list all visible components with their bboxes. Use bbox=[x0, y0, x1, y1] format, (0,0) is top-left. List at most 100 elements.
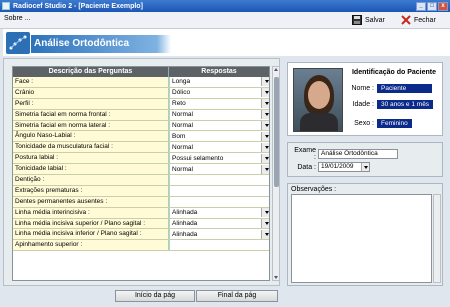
answer-cell[interactable]: Alinhada bbox=[169, 229, 269, 240]
maximize-button[interactable]: □ bbox=[427, 1, 437, 11]
save-label: Salvar bbox=[365, 16, 385, 24]
page-title: Análise Ortodôntica bbox=[31, 35, 171, 53]
answer-cell[interactable] bbox=[169, 196, 269, 207]
calendar-dropdown-icon[interactable] bbox=[361, 163, 369, 171]
observations-scrollbar[interactable] bbox=[433, 194, 441, 283]
question-cell: Tonicidade da musculatura facial : bbox=[13, 142, 169, 153]
close-button[interactable]: Fechar bbox=[401, 15, 436, 25]
table-row[interactable]: Apinhamento superior : bbox=[13, 240, 269, 252]
exam-section: Exame : Análise Ortodôntica Data : 19/01… bbox=[287, 142, 443, 177]
exam-input[interactable]: Análise Ortodôntica bbox=[318, 149, 398, 159]
table-row[interactable]: Simetria facial em norma frontal : Normal bbox=[13, 109, 269, 121]
answer-value: Possui selamento bbox=[172, 154, 224, 162]
dropdown-arrow-icon[interactable] bbox=[261, 121, 269, 130]
table-row[interactable]: Dentição : bbox=[13, 175, 269, 186]
answer-cell[interactable]: Possui selamento bbox=[169, 153, 269, 164]
header-band: Análise Ortodôntica bbox=[3, 29, 450, 56]
observations-textarea[interactable] bbox=[291, 194, 432, 283]
end-of-page-button[interactable]: Final da pág bbox=[196, 290, 278, 302]
date-value: 19/01/2009 bbox=[321, 163, 354, 170]
dropdown-arrow-icon[interactable] bbox=[261, 77, 269, 87]
dropdown-arrow-icon[interactable] bbox=[261, 131, 269, 141]
date-picker[interactable]: 19/01/2009 bbox=[318, 162, 370, 172]
start-of-page-button[interactable]: Início da pág bbox=[115, 290, 195, 302]
grid-scrollbar[interactable] bbox=[272, 66, 280, 281]
question-cell: Extrações prematuras : bbox=[13, 185, 169, 196]
title-bar: Radiocef Studio 2 - [Paciente Exemplo] _… bbox=[0, 0, 450, 12]
question-cell: Linha média incisiva superior / Plano sa… bbox=[13, 218, 169, 229]
question-cell: Dentes permanentes ausentes : bbox=[13, 196, 169, 207]
question-cell: Simetria facial em norma frontal : bbox=[13, 109, 169, 120]
answer-value: Alinhada bbox=[172, 209, 198, 217]
question-cell: Linha média interincisiva : bbox=[13, 207, 169, 218]
answer-cell[interactable]: Normal bbox=[169, 109, 269, 120]
table-row[interactable]: Linha média incisiva superior / Plano sa… bbox=[13, 218, 269, 230]
question-cell: Ângulo Naso-Labial : bbox=[13, 131, 169, 142]
answer-value: Reto bbox=[172, 100, 186, 108]
table-row[interactable]: Crânio Dólico bbox=[13, 87, 269, 99]
answer-cell[interactable]: Normal bbox=[169, 142, 269, 153]
dropdown-arrow-icon[interactable] bbox=[261, 110, 269, 120]
patient-photo bbox=[293, 68, 343, 132]
table-row[interactable]: Perfil : Reto bbox=[13, 98, 269, 110]
scroll-up-icon[interactable] bbox=[274, 68, 278, 71]
answer-cell[interactable]: Alinhada bbox=[169, 207, 269, 218]
minimize-button[interactable]: _ bbox=[416, 1, 426, 11]
sex-label: Sexo : bbox=[354, 120, 374, 127]
close-label: Fechar bbox=[414, 16, 436, 24]
question-cell: Crânio bbox=[13, 87, 169, 98]
dropdown-arrow-icon[interactable] bbox=[261, 99, 269, 109]
table-row[interactable]: Postura labial : Possui selamento bbox=[13, 153, 269, 165]
table-row[interactable]: Linha média interincisiva : Alinhada bbox=[13, 207, 269, 219]
dropdown-arrow-icon[interactable] bbox=[261, 164, 269, 174]
window-controls: _ □ x bbox=[416, 1, 450, 11]
patient-identification: Identificação do Paciente Nome : Pacient… bbox=[287, 62, 443, 136]
date-label: Data : bbox=[297, 163, 316, 171]
patient-age-field: Idade : 30 anos e 1 mês bbox=[348, 100, 434, 109]
dropdown-arrow-icon[interactable] bbox=[261, 153, 269, 163]
save-button[interactable]: Salvar bbox=[352, 15, 385, 25]
grid-rows: Face : Longa Crânio Dólico Perfil : Reto Simet… bbox=[13, 77, 269, 252]
answer-cell[interactable] bbox=[169, 175, 269, 185]
answer-cell[interactable]: Normal bbox=[169, 120, 269, 131]
answer-value: Bom bbox=[172, 132, 186, 140]
dropdown-arrow-icon[interactable] bbox=[261, 142, 269, 152]
answer-cell[interactable]: Bom bbox=[169, 131, 269, 142]
table-row[interactable]: Tonicidade da musculatura facial : Normal bbox=[13, 142, 269, 154]
scroll-down-icon[interactable] bbox=[274, 276, 278, 279]
patient-sex-field: Sexo : Feminino bbox=[348, 119, 412, 128]
sex-value: Feminino bbox=[377, 119, 412, 128]
answer-cell[interactable]: Normal bbox=[169, 164, 269, 175]
dropdown-arrow-icon[interactable] bbox=[261, 229, 269, 239]
question-cell: Face : bbox=[13, 77, 169, 87]
name-value: Paciente bbox=[377, 84, 432, 93]
window-title: Radiocef Studio 2 - [Paciente Exemplo] bbox=[13, 2, 143, 10]
answer-value: Normal bbox=[172, 111, 193, 119]
patient-section-title: Identificação do Paciente bbox=[351, 69, 437, 76]
answer-value: Dólico bbox=[172, 89, 191, 97]
table-row[interactable]: Face : Longa bbox=[13, 77, 269, 88]
scroll-thumb[interactable] bbox=[274, 77, 279, 187]
name-label: Nome : bbox=[351, 85, 374, 92]
dropdown-arrow-icon[interactable] bbox=[261, 88, 269, 98]
menu-sobre[interactable]: Sobre ... bbox=[4, 15, 30, 22]
table-row[interactable]: Ângulo Naso-Labial : Bom bbox=[13, 131, 269, 143]
table-row[interactable]: Tonicidade labial : Normal bbox=[13, 164, 269, 176]
answer-cell[interactable]: Longa bbox=[169, 77, 269, 87]
table-row[interactable]: Dentes permanentes ausentes : bbox=[13, 196, 269, 208]
answer-cell[interactable] bbox=[169, 240, 269, 251]
answer-cell[interactable]: Alinhada bbox=[169, 218, 269, 229]
table-row[interactable]: Simetria facial em norma lateral : Normal bbox=[13, 120, 269, 132]
toolbar: Sobre ... Salvar Fechar bbox=[0, 12, 450, 29]
age-label: Idade : bbox=[352, 101, 374, 108]
column-header-questions: Descrição das Perguntas bbox=[13, 67, 169, 77]
table-row[interactable]: Extrações prematuras : bbox=[13, 185, 269, 197]
answer-cell[interactable]: Reto bbox=[169, 98, 269, 109]
exam-label: Exame : bbox=[294, 147, 316, 161]
dropdown-arrow-icon[interactable] bbox=[261, 219, 269, 229]
dropdown-arrow-icon[interactable] bbox=[261, 208, 269, 218]
answer-cell[interactable]: Dólico bbox=[169, 87, 269, 98]
window-close-button[interactable]: x bbox=[438, 1, 448, 11]
answer-cell[interactable] bbox=[169, 185, 269, 196]
table-row[interactable]: Linha média incisiva inferior / Plano sa… bbox=[13, 229, 269, 241]
